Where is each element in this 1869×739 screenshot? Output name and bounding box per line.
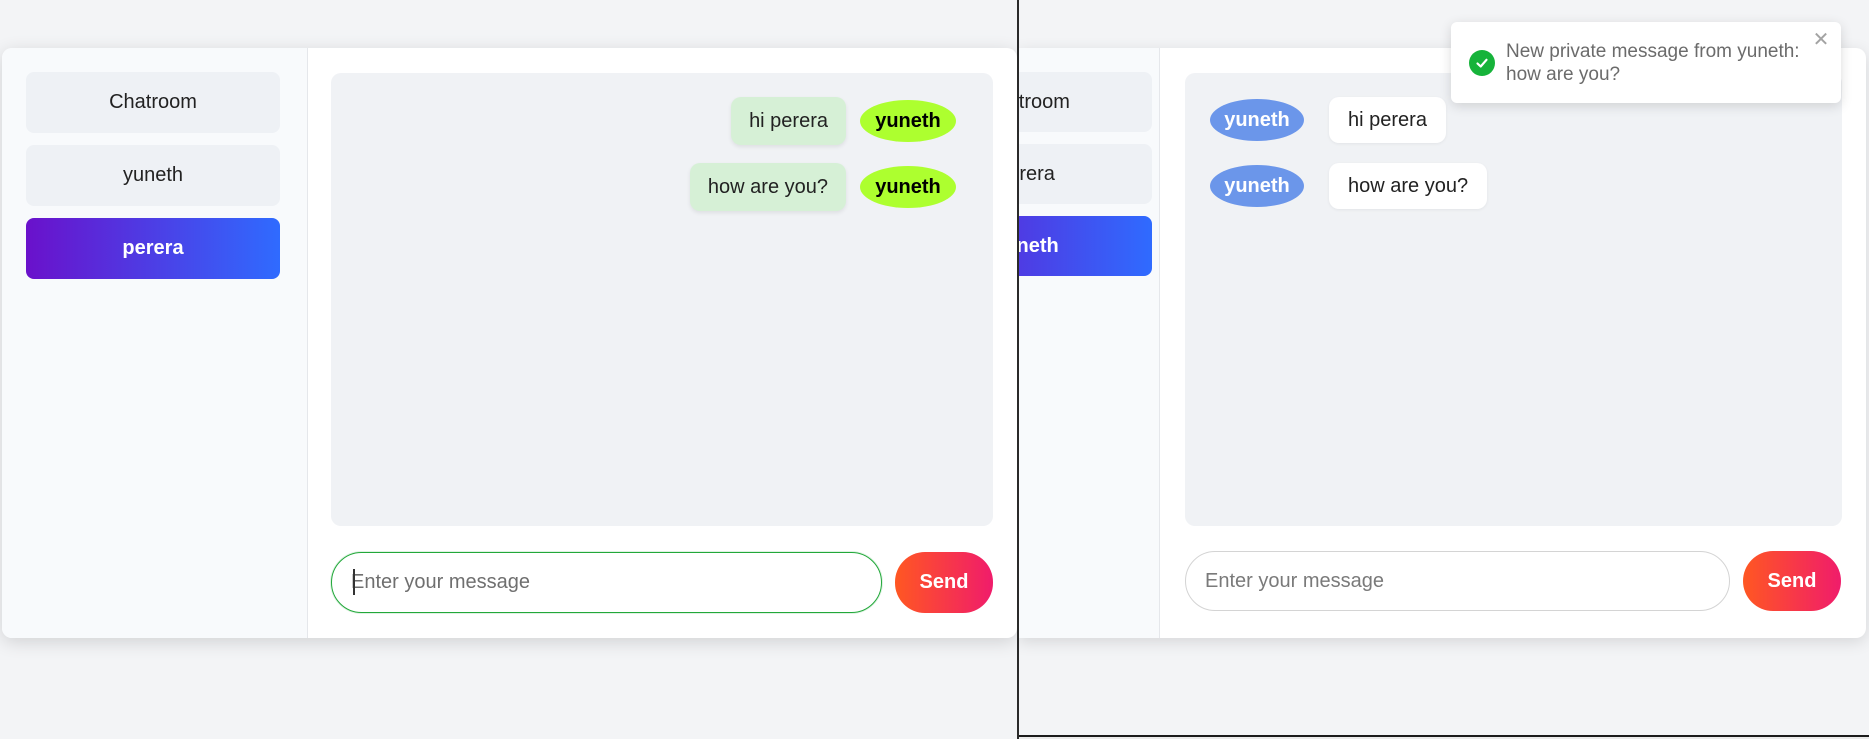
message-list: yuneth hi perera yuneth how are you?	[1185, 73, 1842, 526]
sidebar-item-label: yuneth	[122, 164, 184, 186]
chat-sidebar: Chatroom yuneth perera	[2, 48, 308, 638]
message-input[interactable]	[1185, 551, 1730, 611]
message-bubble: hi perera	[1329, 97, 1446, 143]
sidebar-item-chatroom[interactable]: Chatroom	[26, 72, 280, 133]
message-row: yuneth how are you?	[1210, 163, 1488, 209]
chat-card: Chatroom yuneth perera hi perera yuneth …	[2, 48, 1017, 638]
send-button[interactable]: Send	[895, 552, 993, 613]
sender-badge: yuneth	[860, 166, 956, 208]
message-bubble: how are you?	[689, 163, 846, 211]
message-row: hi perera yuneth	[731, 97, 956, 145]
close-icon[interactable]: ✕	[1811, 30, 1831, 50]
chat-card: Chatroom perera yuneth yuneth hi perera …	[1018, 48, 1866, 638]
sidebar-item-yuneth[interactable]: yuneth	[26, 145, 280, 206]
sender-badge: yuneth	[860, 100, 956, 142]
check-circle-icon	[1469, 50, 1495, 76]
message-list: hi perera yuneth how are you? yuneth	[331, 73, 993, 526]
send-button[interactable]: Send	[1743, 551, 1841, 611]
sidebar-item-perera[interactable]: perera	[26, 218, 280, 279]
sidebar-item-label: perera	[1018, 162, 1055, 185]
chat-sidebar: Chatroom perera yuneth	[1018, 48, 1160, 638]
sidebar-item-perera[interactable]: perera	[1018, 144, 1152, 204]
left-browser-window: Chatroom yuneth perera hi perera yuneth …	[0, 0, 1019, 739]
message-row: how are you? yuneth	[689, 163, 956, 211]
message-bubble: hi perera	[731, 97, 846, 145]
right-browser-window: Chatroom perera yuneth yuneth hi perera …	[1018, 0, 1869, 737]
sidebar-item-yuneth[interactable]: yuneth	[1018, 216, 1152, 276]
sidebar-item-label: perera	[122, 237, 184, 259]
message-bubble: how are you?	[1329, 163, 1488, 209]
sender-badge: yuneth	[1210, 165, 1304, 207]
message-row: yuneth hi perera	[1210, 97, 1446, 143]
sender-badge: yuneth	[1210, 99, 1304, 141]
notification-toast: New private message from yuneth: how are…	[1451, 22, 1841, 103]
sidebar-item-label: Chatroom	[109, 91, 197, 113]
sidebar-item-chatroom[interactable]: Chatroom	[1018, 72, 1152, 132]
sidebar-item-label: yuneth	[1018, 234, 1059, 257]
sidebar-item-label: Chatroom	[1018, 90, 1070, 113]
toast-message: New private message from yuneth: how are…	[1506, 41, 1800, 85]
text-caret	[353, 569, 355, 595]
message-input[interactable]	[331, 552, 882, 613]
